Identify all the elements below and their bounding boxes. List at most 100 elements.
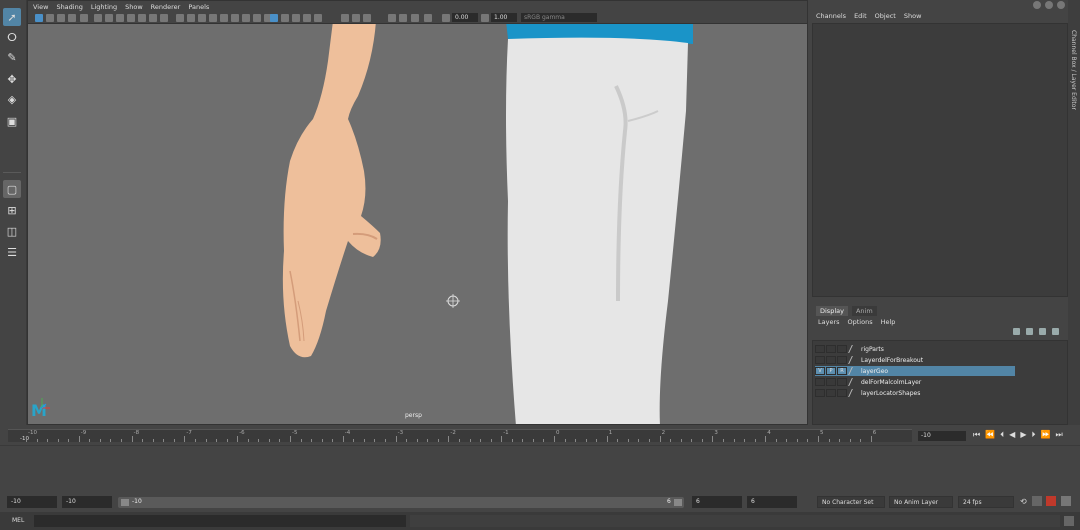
character-set-dropdown[interactable]: No Character Set	[817, 496, 885, 508]
menu-lighting[interactable]: Lighting	[91, 3, 117, 11]
motion-blur-icon[interactable]	[242, 14, 250, 22]
gate-mask-icon[interactable]	[127, 14, 135, 22]
layer-visibility-toggle[interactable]	[815, 356, 825, 364]
anim-preferences-icon[interactable]	[1061, 496, 1071, 506]
layer-visibility-toggle[interactable]	[815, 378, 825, 386]
viewport-2-icon[interactable]	[352, 14, 360, 22]
animation-start-field[interactable]: -10	[7, 496, 57, 508]
layout-icon[interactable]	[388, 14, 396, 22]
layer-visibility-toggle[interactable]: V	[815, 367, 825, 375]
safe-title-icon[interactable]	[160, 14, 168, 22]
menu-view[interactable]: View	[33, 3, 48, 11]
image-plane-icon[interactable]	[68, 14, 76, 22]
move-layer-up-icon[interactable]	[1013, 328, 1020, 335]
layer-playback-toggle[interactable]	[826, 378, 836, 386]
layer-color-icon[interactable]	[848, 367, 860, 375]
menu-shading[interactable]: Shading	[56, 3, 82, 11]
wireframe-icon[interactable]	[176, 14, 184, 22]
layer-playback-toggle[interactable]	[826, 356, 836, 364]
menu-show[interactable]: Show	[125, 3, 143, 11]
layer-color-icon[interactable]	[848, 389, 860, 397]
menu-help[interactable]: Help	[881, 318, 896, 326]
new-layer-icon[interactable]	[1039, 328, 1046, 335]
view-transform-dropdown[interactable]: sRGB gamma	[521, 13, 597, 22]
layer-color-icon[interactable]	[848, 378, 860, 386]
step-back-frame-icon[interactable]: ⏴	[1000, 430, 1004, 440]
lasso-tool-icon[interactable]: ⵔ	[3, 28, 21, 46]
animation-end-field[interactable]: 6	[747, 496, 797, 508]
menu-channels[interactable]: Channels	[816, 12, 846, 20]
step-forward-key-icon[interactable]: ⏩	[1040, 430, 1050, 440]
go-to-start-icon[interactable]: ⏮	[973, 430, 980, 440]
scale-tool-icon[interactable]: ▣	[3, 112, 21, 130]
current-frame-field[interactable]: -10	[918, 431, 966, 441]
viewport-panel[interactable]: View Shading Lighting Show Renderer Pane…	[27, 0, 808, 425]
playback-start-field[interactable]: -10	[62, 496, 112, 508]
lights-icon[interactable]	[209, 14, 217, 22]
aa-icon[interactable]	[253, 14, 261, 22]
layer-display-type-toggle[interactable]	[837, 356, 847, 364]
isolate-icon[interactable]	[270, 14, 278, 22]
select-tool-icon[interactable]: ➚	[3, 8, 21, 26]
layer-color-icon[interactable]	[848, 356, 860, 364]
layer-playback-toggle[interactable]	[826, 345, 836, 353]
layer-visibility-toggle[interactable]	[815, 345, 825, 353]
backface-icon[interactable]	[314, 14, 322, 22]
float-icon[interactable]	[1045, 1, 1053, 9]
tab-anim[interactable]: Anim	[851, 306, 877, 316]
grid-icon[interactable]	[94, 14, 102, 22]
smooth-shade-icon[interactable]	[187, 14, 195, 22]
new-layer-selected-icon[interactable]	[1052, 328, 1059, 335]
playback-end-field[interactable]: 6	[692, 496, 742, 508]
layer-row-layerGeo[interactable]: V P R layerGeo	[815, 366, 1015, 376]
tab-display[interactable]: Display	[816, 306, 848, 316]
layer-playback-toggle[interactable]: P	[826, 367, 836, 375]
xray-components-icon[interactable]	[303, 14, 311, 22]
layer-display-type-toggle[interactable]	[837, 345, 847, 353]
paint-select-tool-icon[interactable]: ✎	[3, 48, 21, 66]
fps-dropdown[interactable]: 24 fps	[958, 496, 1014, 508]
exposure-field[interactable]: 0.00	[452, 13, 478, 22]
ao-icon[interactable]	[231, 14, 239, 22]
scene-render[interactable]	[28, 1, 808, 425]
range-slider[interactable]: -10 6	[118, 497, 684, 508]
move-layer-down-icon[interactable]	[1026, 328, 1033, 335]
step-back-key-icon[interactable]: ⏪	[985, 430, 995, 440]
time-slider-track[interactable]: -10 -10 -9 -8 -7 -6 -5 -4 -3 -2 -1 0 1 2 3 4 5 6	[8, 429, 912, 442]
play-backwards-icon[interactable]: ◀	[1009, 430, 1015, 440]
close-panel-icon[interactable]	[1057, 1, 1065, 9]
menu-panels[interactable]: Panels	[188, 3, 209, 11]
menu-layers[interactable]: Layers	[818, 318, 840, 326]
resolution-gate-icon[interactable]	[116, 14, 124, 22]
play-forwards-icon[interactable]: ▶	[1020, 430, 1026, 440]
rotate-tool-icon[interactable]: ◈	[3, 90, 21, 108]
loop-icon[interactable]: ⟲	[1020, 497, 1027, 506]
menu-options[interactable]: Options	[848, 318, 873, 326]
layer-display-type-toggle[interactable]	[837, 378, 847, 386]
layer-display-type-toggle[interactable]	[837, 389, 847, 397]
help-icon[interactable]	[1033, 1, 1041, 9]
mel-input[interactable]	[34, 515, 406, 527]
color-management-icon[interactable]	[411, 14, 419, 22]
color-mgmt-toggle-icon[interactable]	[424, 14, 432, 22]
layer-row-layerLocatorShapes[interactable]: layerLocatorShapes	[815, 388, 1015, 398]
field-chart-icon[interactable]	[138, 14, 146, 22]
auto-key-toggle-icon[interactable]	[1046, 496, 1056, 506]
range-start-handle[interactable]	[121, 499, 129, 506]
mel-label[interactable]: MEL	[12, 517, 24, 524]
shadows-icon[interactable]	[220, 14, 228, 22]
menu-object[interactable]: Object	[875, 12, 896, 20]
anim-layer-dropdown[interactable]: No Anim Layer	[889, 496, 953, 508]
go-to-end-icon[interactable]: ⏭	[1055, 430, 1062, 440]
channel-box-area[interactable]	[812, 23, 1068, 297]
xray-icon[interactable]	[281, 14, 289, 22]
snapshot-icon[interactable]	[80, 14, 88, 22]
textured-icon[interactable]	[198, 14, 206, 22]
layer-row-delForMalcolmLayer[interactable]: delForMalcolmLayer	[815, 377, 1015, 387]
layer-row-rigParts[interactable]: rigParts	[815, 344, 1015, 354]
layer-visibility-toggle[interactable]	[815, 389, 825, 397]
menu-renderer[interactable]: Renderer	[151, 3, 181, 11]
menu-show-cb[interactable]: Show	[904, 12, 922, 20]
menu-edit[interactable]: Edit	[854, 12, 867, 20]
layer-color-icon[interactable]	[848, 345, 860, 353]
